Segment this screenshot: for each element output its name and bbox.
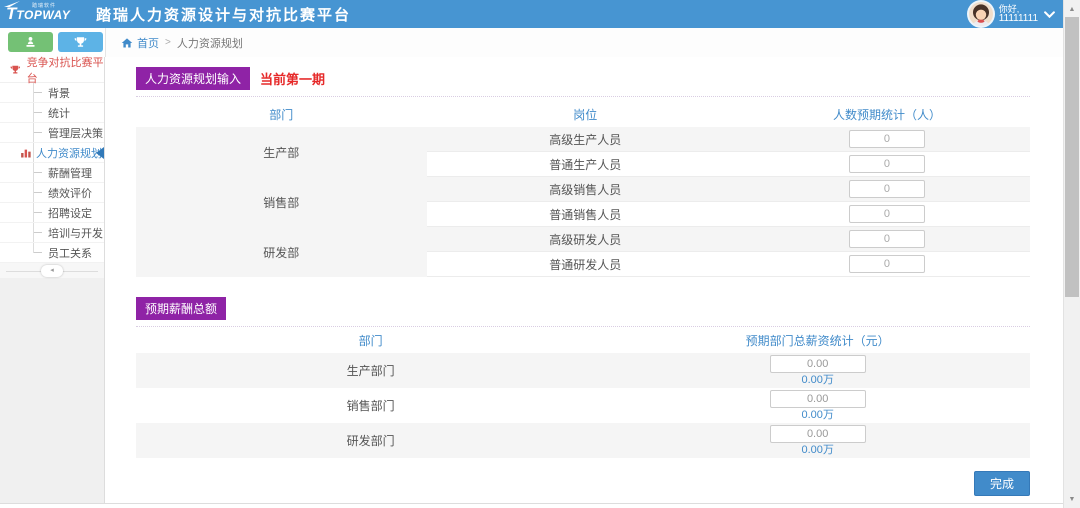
- expected-salary-badge: 预期薪酬总额: [136, 297, 226, 320]
- col-salary-total: 预期部门总薪资统计（元）: [605, 332, 1030, 349]
- headcount-cell: [744, 252, 1030, 277]
- dept-cell: 研发部: [136, 227, 427, 277]
- sidebar-item-hr-planning[interactable]: 人力资源规划: [0, 143, 104, 163]
- hr-planning-input-badge: 人力资源规划输入: [136, 67, 250, 90]
- breadcrumb-current: 人力资源规划: [177, 35, 243, 51]
- headcount-input[interactable]: [849, 255, 925, 273]
- position-cell: 普通销售人员: [427, 202, 744, 227]
- player-icon: [24, 36, 37, 49]
- dept-cell: 销售部: [136, 177, 427, 227]
- position-cell: 普通研发人员: [427, 252, 744, 277]
- current-period-label: 当前第一期: [260, 69, 325, 88]
- contestant-button[interactable]: [8, 32, 53, 52]
- actions-row: 完成: [136, 471, 1030, 496]
- logo-subtext: 踏瑞软件: [32, 2, 56, 9]
- dept-cell: 研发部门: [136, 423, 605, 458]
- dept-cell: 生产部: [136, 127, 427, 177]
- sidebar-submenu: 背景 统计 管理层决策 人力资源规划 薪酬管理 绩效评价 招聘设定 培训与开发 …: [0, 83, 104, 263]
- scroll-up-arrow[interactable]: ▲: [1064, 1, 1080, 17]
- dept-cell: 销售部门: [136, 388, 605, 423]
- breadcrumb-separator: >: [165, 37, 171, 48]
- topway-logo: 踏瑞软件 TTOPWAY: [0, 0, 92, 28]
- position-cell: 普通生产人员: [427, 152, 744, 177]
- salary-cell: 0.00万: [605, 353, 1030, 388]
- bottom-divider: [0, 503, 1063, 504]
- headcount-input[interactable]: [849, 230, 925, 248]
- sidebar-collapse-toggle[interactable]: ◂: [0, 263, 104, 278]
- toolbar-row: 首页 > 人力资源规划: [0, 28, 1063, 57]
- headcount-cell: [744, 202, 1030, 227]
- sidebar-item-background[interactable]: 背景: [0, 83, 104, 103]
- salary-table-body: 生产部门 0.00万 销售部门 0.00万 研发部门 0.00万: [136, 353, 1030, 458]
- salary-in-wan-label: 0.00万: [801, 444, 833, 456]
- scroll-down-arrow[interactable]: ▼: [1064, 491, 1080, 507]
- headcount-input[interactable]: [849, 205, 925, 223]
- sidebar-item-statistics[interactable]: 统计: [0, 103, 104, 123]
- sidebar-item-training-development[interactable]: 培训与开发: [0, 223, 104, 243]
- hr-planning-table-body: 生产部 高级生产人员 普通生产人员 销售部 高级销售人员 普通销售人员 研发部 …: [136, 127, 1030, 277]
- salary-in-wan-label: 0.00万: [801, 409, 833, 421]
- salary-input[interactable]: [770, 425, 866, 443]
- col-headcount: 人数预期统计（人）: [744, 106, 1030, 123]
- salary-cell: 0.00万: [605, 388, 1030, 423]
- avatar[interactable]: [969, 2, 993, 26]
- salary-input[interactable]: [770, 390, 866, 408]
- headcount-cell: [744, 177, 1030, 202]
- main-content: 人力资源规划输入 当前第一期 部门 岗位 人数预期统计（人） 生产部 高级生产人…: [106, 57, 1063, 503]
- user-greeting: 你好, 11111111: [999, 4, 1038, 24]
- salary-table-header: 部门 预期部门总薪资统计（元）: [136, 327, 1030, 353]
- user-menu[interactable]: 你好, 11111111: [969, 0, 1055, 28]
- headcount-cell: [744, 127, 1030, 152]
- hr-planning-table: 部门 岗位 人数预期统计（人） 生产部 高级生产人员 普通生产人员 销售部 高级…: [136, 101, 1030, 277]
- done-button[interactable]: 完成: [974, 471, 1030, 496]
- position-cell: 高级销售人员: [427, 177, 744, 202]
- headcount-cell: [744, 152, 1030, 177]
- competition-button[interactable]: [58, 32, 103, 52]
- sidebar-item-performance-evaluation[interactable]: 绩效评价: [0, 183, 104, 203]
- chevron-down-icon[interactable]: [1044, 11, 1055, 18]
- salary-section: 预期薪酬总额 部门 预期部门总薪资统计（元） 生产部门 0.00万 销售部门 0…: [136, 297, 1030, 458]
- scrollbar-thumb[interactable]: [1065, 17, 1079, 297]
- breadcrumb-home-link[interactable]: 首页: [121, 35, 159, 51]
- sidebar-item-salary-management[interactable]: 薪酬管理: [0, 163, 104, 183]
- vertical-scrollbar[interactable]: ▲ ▼: [1063, 0, 1080, 508]
- salary-in-wan-label: 0.00万: [801, 374, 833, 386]
- active-item-arrow: [96, 147, 104, 159]
- collapse-left-icon[interactable]: ◂: [41, 265, 63, 277]
- sidebar-item-management-decision[interactable]: 管理层决策: [0, 123, 104, 143]
- col-department: 部门: [136, 332, 605, 349]
- section2-header: 预期薪酬总额: [136, 297, 1030, 327]
- salary-input[interactable]: [770, 355, 866, 373]
- headcount-input[interactable]: [849, 130, 925, 148]
- sidebar-menu: 竞争对抗比赛平台 背景 统计 管理层决策 人力资源规划 薪酬管理 绩效评价 招聘…: [0, 57, 104, 278]
- col-department: 部门: [136, 106, 427, 123]
- position-cell: 高级生产人员: [427, 127, 744, 152]
- salary-cell: 0.00万: [605, 423, 1030, 458]
- breadcrumb: 首页 > 人力资源规划: [105, 28, 1063, 57]
- section1-header: 人力资源规划输入 当前第一期: [136, 67, 1030, 97]
- sidebar: 竞争对抗比赛平台 背景 统计 管理层决策 人力资源规划 薪酬管理 绩效评价 招聘…: [0, 57, 105, 503]
- headcount-input[interactable]: [849, 180, 925, 198]
- trophy-icon: [74, 36, 87, 49]
- sidebar-root-competition-platform[interactable]: 竞争对抗比赛平台: [0, 57, 104, 83]
- headcount-input[interactable]: [849, 155, 925, 173]
- dept-cell: 生产部门: [136, 353, 605, 388]
- headcount-cell: [744, 227, 1030, 252]
- hr-planning-table-header: 部门 岗位 人数预期统计（人）: [136, 101, 1030, 127]
- bar-chart-icon: [20, 147, 32, 159]
- sidebar-item-employee-relations[interactable]: 员工关系: [0, 243, 104, 263]
- sidebar-item-recruitment-setting[interactable]: 招聘设定: [0, 203, 104, 223]
- home-icon: [121, 37, 133, 49]
- username: 11111111: [999, 14, 1038, 24]
- app-window: 踏瑞软件 TTOPWAY 踏瑞人力资源设计与对抗比赛平台 你好, 1111111…: [0, 0, 1080, 508]
- position-cell: 高级研发人员: [427, 227, 744, 252]
- page-title: 踏瑞人力资源设计与对抗比赛平台: [96, 4, 351, 25]
- top-bar: 踏瑞软件 TTOPWAY 踏瑞人力资源设计与对抗比赛平台 你好, 1111111…: [0, 0, 1063, 28]
- col-position: 岗位: [427, 106, 744, 123]
- trophy-icon: [10, 64, 21, 76]
